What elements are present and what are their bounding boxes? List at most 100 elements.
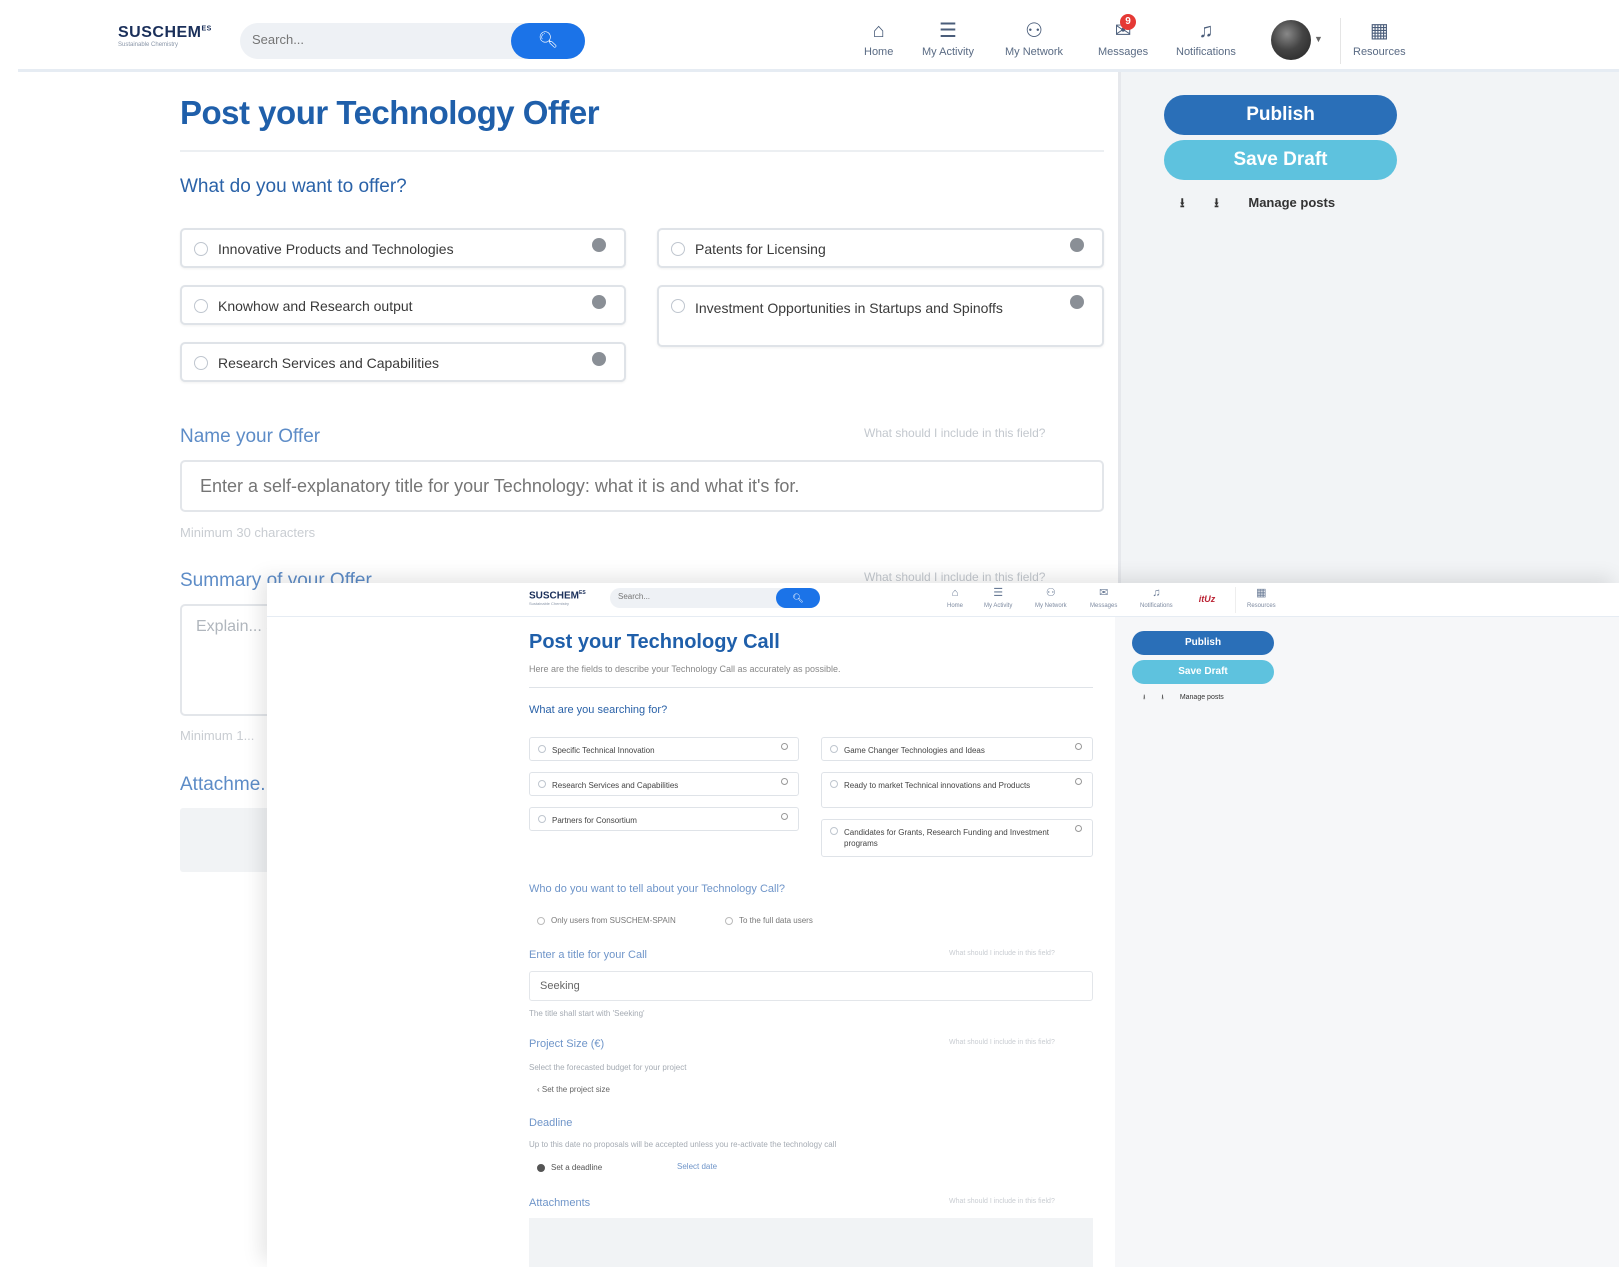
- info-icon[interactable]: [1075, 778, 1082, 785]
- network-icon: ⚇: [1045, 587, 1056, 599]
- radio-button[interactable]: [537, 916, 545, 925]
- radio-button[interactable]: [830, 745, 838, 753]
- attachments-dropzone[interactable]: [529, 1218, 1093, 1267]
- radio-button[interactable]: [671, 242, 685, 256]
- suschem-logo[interactable]: SUSCHEMES Sustainable Chemistry: [118, 24, 212, 48]
- offer-title-field[interactable]: [180, 460, 1104, 512]
- summary-hint: Minimum 1...: [180, 728, 255, 743]
- publish-button[interactable]: Publish: [1132, 631, 1274, 655]
- info-icon[interactable]: [1075, 825, 1082, 832]
- option-grants-funding[interactable]: Candidates for Grants, Research Funding …: [821, 819, 1093, 857]
- save-draft-button[interactable]: Save Draft: [1164, 140, 1397, 180]
- audience-question: Who do you want to tell about your Techn…: [529, 883, 786, 895]
- radio-button[interactable]: [194, 242, 208, 256]
- offer-title-input[interactable]: [200, 476, 1080, 497]
- user-icon[interactable]: ⭳: [1161, 694, 1163, 701]
- actions-sidebar: [1115, 617, 1619, 1267]
- nav-my-activity[interactable]: ☰ My Activity: [922, 20, 974, 58]
- user-avatar[interactable]: itUz: [1195, 589, 1219, 609]
- upload-icon[interactable]: ⭳: [1180, 195, 1185, 210]
- info-icon[interactable]: [781, 813, 788, 820]
- user-icon[interactable]: ⭳: [1214, 195, 1219, 210]
- option-innovative-products[interactable]: Innovative Products and Technologies: [180, 228, 626, 268]
- search-input[interactable]: [252, 32, 502, 47]
- radio-button[interactable]: [830, 780, 838, 788]
- nav-messages[interactable]: ✉ Messages: [1090, 586, 1117, 609]
- nav-notifications[interactable]: ♫ Notifications: [1176, 20, 1236, 58]
- option-knowhow-research[interactable]: Knowhow and Research output: [180, 285, 626, 325]
- radio-button[interactable]: [194, 356, 208, 370]
- option-patents-licensing[interactable]: Patents for Licensing: [657, 228, 1104, 268]
- info-icon[interactable]: [1070, 238, 1084, 252]
- option-specific-innovation[interactable]: Specific Technical Innovation: [529, 737, 799, 761]
- grid-icon: ▦: [1256, 587, 1267, 599]
- grid-icon: ▦: [1369, 20, 1389, 42]
- radio-button[interactable]: [194, 299, 208, 313]
- field-help-link[interactable]: What should I include in this field?: [949, 1198, 1055, 1205]
- publish-button[interactable]: Publish: [1164, 95, 1397, 135]
- nav-notifications[interactable]: ♫ Notifications: [1140, 586, 1173, 609]
- messages-badge: 9: [1120, 14, 1136, 30]
- nav-home[interactable]: ⌂ Home: [864, 20, 893, 58]
- nav-my-network[interactable]: ⚇ My Network: [1005, 20, 1063, 58]
- search-button[interactable]: 🔍︎: [511, 23, 585, 59]
- nav-resources[interactable]: ▦ Resources: [1353, 20, 1406, 58]
- radio-button[interactable]: [538, 780, 546, 788]
- radio-button[interactable]: [725, 916, 733, 925]
- info-icon[interactable]: [592, 238, 606, 252]
- option-game-changer[interactable]: Game Changer Technologies and Ideas: [821, 737, 1093, 761]
- info-icon[interactable]: [592, 295, 606, 309]
- call-title-field[interactable]: [529, 971, 1093, 1001]
- manage-posts-link[interactable]: Manage posts: [1248, 195, 1335, 210]
- radio-button[interactable]: [538, 815, 546, 823]
- info-icon[interactable]: [781, 778, 788, 785]
- top-navbar: SUSCHEMES Sustainable Chemistry 🔍︎ ⌂Home…: [267, 583, 1619, 617]
- search-icon: 🔍︎: [537, 32, 559, 49]
- option-research-services[interactable]: Research Services and Capabilities: [529, 772, 799, 796]
- radio-button[interactable]: [830, 827, 838, 835]
- info-icon[interactable]: [1070, 295, 1084, 309]
- nav-my-network[interactable]: ⚇ My Network: [1035, 586, 1067, 609]
- nav-my-activity[interactable]: ☰ My Activity: [984, 586, 1012, 609]
- suschem-logo[interactable]: SUSCHEMES Sustainable Chemistry: [529, 590, 586, 606]
- option-investment-opportunities[interactable]: Investment Opportunities in Startups and…: [657, 285, 1104, 347]
- deadline-option[interactable]: Set a deadline: [537, 1163, 602, 1172]
- nav-resources[interactable]: ▦ Resources: [1247, 586, 1276, 609]
- field-help-link[interactable]: What should I include in this field?: [864, 426, 1045, 440]
- audience-option-suschem[interactable]: Only users from SUSCHEM-SPAIN: [537, 916, 676, 925]
- info-icon[interactable]: [1075, 743, 1082, 750]
- radio-button[interactable]: [538, 745, 546, 753]
- option-research-services[interactable]: Research Services and Capabilities: [180, 342, 626, 382]
- page-title: Post your Technology Offer: [180, 94, 600, 131]
- search-button[interactable]: 🔍︎: [776, 588, 820, 608]
- field-help-link[interactable]: What should I include in this field?: [949, 1039, 1055, 1046]
- nav-divider: [1340, 18, 1341, 64]
- field-help-link[interactable]: What should I include in this field?: [864, 570, 1045, 584]
- audience-option-all[interactable]: To the full data users: [725, 916, 813, 925]
- upload-icon[interactable]: ⭳: [1143, 694, 1145, 701]
- option-partners-consortium[interactable]: Partners for Consortium: [529, 807, 799, 831]
- home-icon: ⌂: [951, 587, 959, 599]
- user-avatar[interactable]: [1271, 20, 1311, 60]
- attachments-label: Attachme...: [180, 774, 277, 795]
- manage-posts-link[interactable]: Manage posts: [1180, 694, 1224, 701]
- radio-button[interactable]: [671, 299, 685, 313]
- call-title-input[interactable]: [540, 980, 1040, 992]
- bell-icon: ♫: [1152, 587, 1161, 599]
- option-ready-to-market[interactable]: Ready to market Technical innovations an…: [821, 772, 1093, 808]
- nav-messages[interactable]: ✉ 9 Messages: [1098, 14, 1148, 58]
- select-date-link[interactable]: Select date: [677, 1162, 717, 1171]
- field-help-link[interactable]: What should I include in this field?: [949, 950, 1055, 957]
- manage-posts-row: ⭳ ⭳ Manage posts: [1180, 194, 1361, 216]
- chevron-down-icon[interactable]: ▼: [1314, 34, 1323, 44]
- save-draft-button[interactable]: Save Draft: [1132, 660, 1274, 684]
- info-icon[interactable]: [781, 743, 788, 750]
- search-bar: 🔍︎: [240, 23, 585, 59]
- search-input[interactable]: [618, 592, 768, 601]
- radio-button[interactable]: [537, 1163, 545, 1172]
- call-title-hint: The title shall start with 'Seeking': [529, 1009, 645, 1018]
- set-project-size-link[interactable]: ‹ Set the project size: [537, 1085, 610, 1094]
- search-bar: 🔍︎: [610, 588, 820, 608]
- nav-home[interactable]: ⌂ Home: [947, 586, 963, 609]
- info-icon[interactable]: [592, 352, 606, 366]
